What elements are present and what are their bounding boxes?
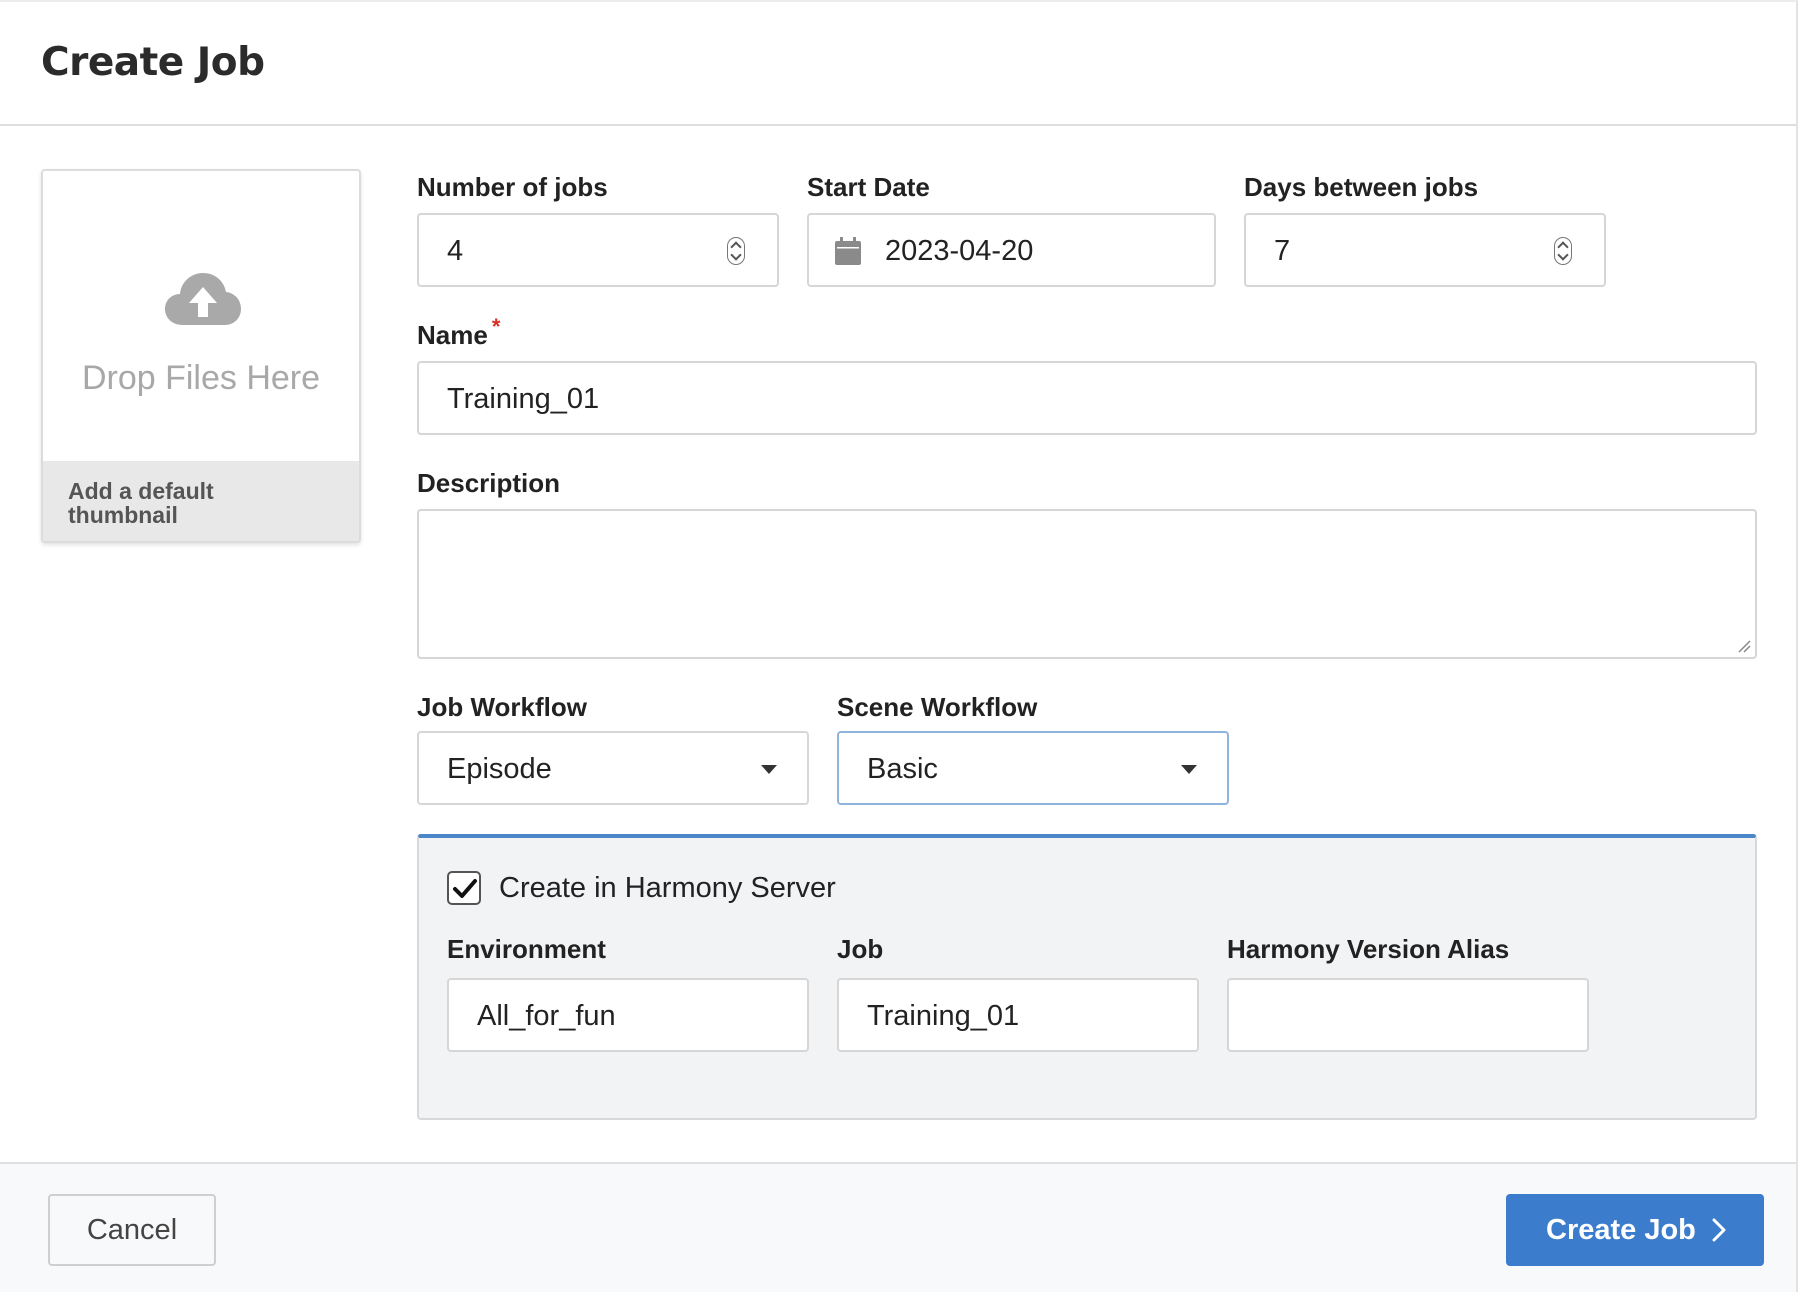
thumbnail-dropzone[interactable]: Drop Files Here Add a default thumbnail	[41, 169, 361, 543]
environment-label: Environment	[447, 934, 606, 964]
create-job-button-label: Create Job	[1546, 1214, 1696, 1246]
days-between-jobs-value: 7	[1274, 235, 1291, 267]
cloud-upload-icon	[165, 273, 241, 325]
description-textarea[interactable]	[417, 509, 1757, 659]
number-of-jobs-label: Number of jobs	[417, 172, 608, 202]
drop-files-text: Drop Files Here	[81, 359, 321, 397]
scene-workflow-label: Scene Workflow	[837, 692, 1038, 722]
days-between-jobs-label: Days between jobs	[1244, 172, 1479, 202]
calendar-icon	[835, 237, 861, 265]
days-between-jobs-input[interactable]: 7	[1244, 213, 1606, 287]
create-in-harmony-label[interactable]: Create in Harmony Server	[499, 872, 836, 905]
name-label-text: Name	[417, 320, 488, 350]
harmony-version-alias-input[interactable]	[1227, 978, 1589, 1052]
required-marker: *	[491, 314, 501, 339]
cancel-button[interactable]: Cancel	[48, 1194, 216, 1266]
checkmark-icon	[453, 879, 477, 898]
harmony-server-panel: Create in Harmony Server Environment All…	[417, 834, 1757, 1120]
job-workflow-select[interactable]: Episode	[417, 731, 809, 805]
name-value: Training_01	[447, 383, 600, 415]
job-workflow-label: Job Workflow	[417, 692, 587, 722]
dialog-header: Create Job	[0, 2, 1796, 126]
caret-down-icon	[1181, 765, 1197, 774]
dialog-title: Create Job	[41, 40, 265, 85]
number-of-jobs-value: 4	[447, 235, 464, 267]
spinner-icon[interactable]	[727, 237, 745, 265]
harmony-job-input[interactable]: Training_01	[837, 978, 1199, 1052]
scene-workflow-select[interactable]: Basic	[837, 731, 1229, 805]
harmony-job-value: Training_01	[867, 1000, 1020, 1032]
create-job-dialog: Create Job Drop Files Here Add a default…	[0, 0, 1798, 1292]
resize-handle-icon[interactable]	[1737, 639, 1751, 653]
chevron-right-icon	[1712, 1218, 1726, 1242]
description-label: Description	[417, 468, 561, 498]
name-input[interactable]: Training_01	[417, 361, 1757, 435]
start-date-input[interactable]: 2023-04-20	[807, 213, 1216, 287]
harmony-version-alias-label: Harmony Version Alias	[1227, 934, 1510, 964]
environment-value: All_for_fun	[477, 1000, 616, 1032]
environment-input[interactable]: All_for_fun	[447, 978, 809, 1052]
number-of-jobs-input[interactable]: 4	[417, 213, 779, 287]
start-date-label: Start Date	[807, 172, 930, 202]
create-in-harmony-checkbox[interactable]	[447, 871, 481, 905]
name-label: Name *	[417, 314, 500, 351]
drop-area[interactable]: Drop Files Here	[43, 171, 359, 461]
dialog-footer: Cancel Create Job	[0, 1162, 1796, 1292]
job-workflow-value: Episode	[447, 753, 552, 785]
harmony-job-label: Job	[837, 934, 884, 964]
create-job-button[interactable]: Create Job	[1506, 1194, 1764, 1266]
start-date-value: 2023-04-20	[885, 235, 1034, 267]
thumbnail-footer[interactable]: Add a default thumbnail	[43, 461, 359, 541]
add-default-thumbnail-label: Add a default thumbnail	[68, 478, 214, 528]
scene-workflow-value: Basic	[867, 753, 938, 785]
spinner-icon[interactable]	[1554, 237, 1572, 265]
caret-down-icon	[761, 765, 777, 774]
